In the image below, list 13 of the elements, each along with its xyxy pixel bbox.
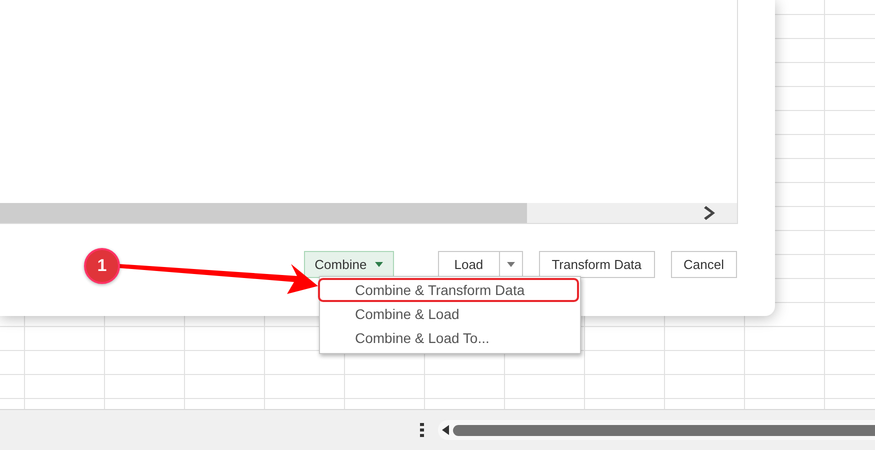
dialog-button[interactable]: Transform Data	[538, 251, 655, 278]
combine-button[interactable]: Combine	[304, 251, 394, 278]
caret-icon	[506, 262, 515, 267]
scroll-left-icon[interactable]	[442, 425, 449, 435]
menu-item[interactable]: Combine & Load	[318, 302, 579, 326]
scroll-thumb[interactable]	[0, 203, 527, 223]
more-options-icon[interactable]	[420, 423, 424, 437]
scroll-thumb[interactable]	[453, 424, 875, 436]
menu-item[interactable]: Combine & Transform Data	[318, 278, 579, 302]
dialog-button[interactable]: Cancel	[670, 251, 737, 278]
caret-icon	[374, 262, 383, 267]
menu-item[interactable]: Combine & Load To...	[318, 326, 579, 350]
chevron-right-icon[interactable]	[704, 206, 716, 220]
